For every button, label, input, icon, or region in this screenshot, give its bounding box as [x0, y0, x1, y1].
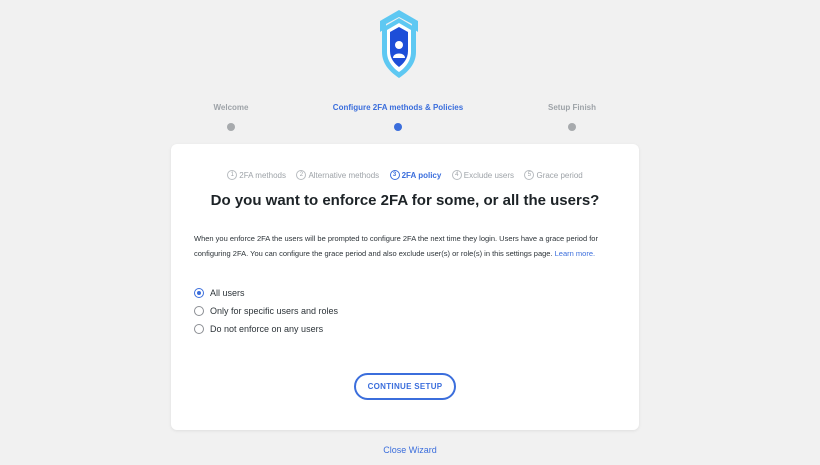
- substep-alternative-methods: 2 Alternative methods: [296, 170, 379, 180]
- radio-all-users[interactable]: [194, 288, 204, 298]
- substep-label: Alternative methods: [308, 170, 380, 180]
- policy-description: When you enforce 2FA the users will be p…: [194, 232, 614, 261]
- option-all-users[interactable]: All users: [194, 284, 338, 302]
- shield-lock-icon: [380, 10, 418, 78]
- policy-question: Do you want to enforce 2FA for some, or …: [210, 192, 600, 209]
- enforcement-options: All users Only for specific users and ro…: [194, 284, 338, 338]
- radio-specific-users[interactable]: [194, 306, 204, 316]
- option-all-users-label[interactable]: All users: [210, 288, 245, 298]
- step-finish-dot: [568, 123, 576, 131]
- close-wizard-link[interactable]: Close Wizard: [0, 445, 820, 455]
- step-welcome-dot: [227, 123, 235, 131]
- substep-2fa-methods: 1 2FA methods: [227, 170, 286, 180]
- substep-exclude-users: 4 Exclude users: [451, 170, 515, 180]
- policy-description-text: When you enforce 2FA the users will be p…: [194, 234, 598, 258]
- wizard-stepper: Welcome Configure 2FA methods & Policies…: [0, 102, 820, 132]
- radio-no-enforce[interactable]: [194, 324, 204, 334]
- substep-label: Grace period: [536, 170, 583, 180]
- substep-grace-period: 5 Grace period: [524, 170, 583, 180]
- option-no-enforce-label[interactable]: Do not enforce on any users: [210, 324, 323, 334]
- option-specific-users-label[interactable]: Only for specific users and roles: [210, 306, 338, 316]
- substep-2fa-policy: 3 2FA policy: [389, 170, 442, 180]
- option-specific-users[interactable]: Only for specific users and roles: [194, 302, 338, 320]
- learn-more-link[interactable]: Learn more.: [555, 249, 595, 258]
- substep-number: 2: [296, 170, 307, 180]
- continue-setup-button[interactable]: CONTINUE SETUP: [354, 373, 456, 400]
- step-configure-dot: [394, 123, 402, 131]
- substep-number: 3: [389, 170, 400, 180]
- substep-label: 2FA methods: [239, 170, 286, 180]
- option-no-enforce[interactable]: Do not enforce on any users: [194, 320, 338, 338]
- substep-number: 5: [524, 170, 535, 180]
- step-finish-label: Setup Finish: [548, 103, 596, 112]
- substep-label: 2FA policy: [401, 170, 442, 180]
- wizard-card: 1 2FA methods 2 Alternative methods 3 2F…: [171, 144, 639, 430]
- substeps-nav: 1 2FA methods 2 Alternative methods 3 2F…: [171, 163, 639, 181]
- substep-number: 1: [227, 170, 238, 180]
- substep-label: Exclude users: [463, 170, 515, 180]
- substep-number: 4: [451, 170, 462, 180]
- step-finish: Setup Finish: [462, 102, 682, 131]
